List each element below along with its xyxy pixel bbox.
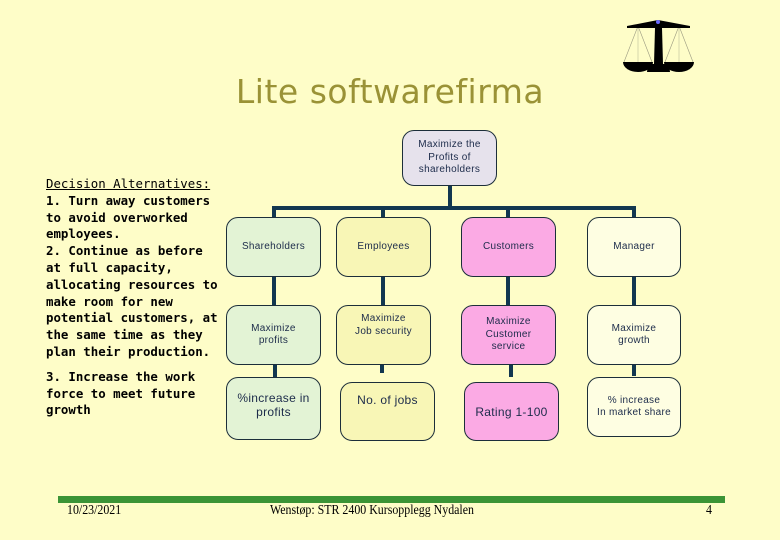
connector-employees-r1 [381,276,385,306]
connector-employees-r2 [380,364,384,373]
footer-title: Wenstøp: STR 2400 Kursopplegg Nydalen [270,503,474,518]
connector-manager-r1 [632,276,636,306]
measure-customers: Rating 1-100 [464,382,559,441]
objective-manager: Maximize growth [587,305,681,365]
footer-page-number: 4 [706,503,712,518]
objective-shareholders: Maximize profits [226,305,321,365]
connector-customers-r2 [509,364,513,377]
measure-employees: No. of jobs [340,382,435,441]
stakeholder-employees: Employees [336,217,431,277]
connector-horizontal [272,206,636,210]
alternative-1: 1. Turn away customers to avoid overwork… [46,192,211,242]
connector-manager-r2 [632,364,636,376]
footer-divider [58,496,725,503]
connector-shareholders-r2 [273,364,277,378]
root-objective-box: Maximize the Profits of shareholders [402,130,497,186]
scales-of-justice-icon [623,20,694,72]
connector-shareholders-r1 [272,276,276,306]
measure-shareholders: %increase in profits [226,377,321,440]
stakeholder-customers: Customers [461,217,556,277]
stakeholder-shareholders: Shareholders [226,217,321,277]
footer-date: 10/23/2021 [67,503,122,518]
objective-customers: Maximize Customer service [461,305,556,365]
alternatives-heading: Decision Alternatives: [46,176,211,191]
decision-alternatives: Decision Alternatives: 1. Turn away cust… [46,176,221,419]
stakeholder-manager: Manager [587,217,681,277]
objective-employees: Maximize Job security [336,305,431,365]
alternative-3: 3. Increase the work force to meet futur… [46,368,196,418]
connector-customers-r1 [506,276,510,306]
measure-manager: % increase In market share [587,377,681,437]
alternative-2: 2. Continue as before at full capacity, … [46,243,218,359]
slide-title: Lite softwarefirma [235,72,545,111]
